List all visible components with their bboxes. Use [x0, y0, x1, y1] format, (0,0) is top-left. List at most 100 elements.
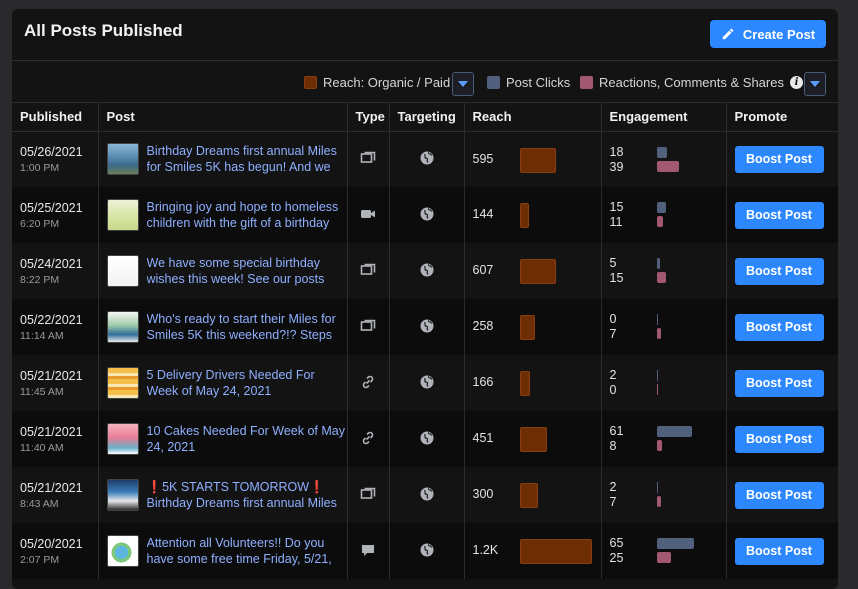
post-clicks-bar — [656, 146, 667, 158]
col-engagement[interactable]: Engagement — [601, 103, 727, 132]
reach-bar — [519, 483, 538, 508]
post-clicks-bar — [656, 258, 660, 269]
video-icon — [360, 209, 376, 225]
engagement-cell: 2 7 — [601, 467, 727, 523]
reactions-value: 15 — [609, 271, 624, 285]
boost-post-button[interactable]: Boost Post — [734, 425, 824, 453]
engagement-cell: 61 8 — [601, 411, 727, 467]
post-clicks-value: 5 — [609, 256, 617, 270]
post-link[interactable]: 5 Delivery Drivers Needed For Week of Ma… — [147, 367, 347, 399]
type-cell — [347, 299, 390, 355]
targeting-cell — [389, 523, 465, 579]
post-clicks-bar — [656, 538, 694, 549]
reach-swatch — [304, 76, 317, 89]
col-post[interactable]: Post — [98, 103, 348, 132]
link-icon — [360, 375, 376, 393]
table-row: 05/20/2021 2:07 PM Attention all Volunte… — [12, 523, 838, 579]
post-thumbnail[interactable] — [106, 199, 139, 231]
boost-post-button[interactable]: Boost Post — [734, 201, 824, 229]
post-thumbnail[interactable] — [106, 423, 139, 455]
globe-icon — [419, 319, 435, 337]
post-clicks-bar — [656, 482, 658, 493]
boost-post-button[interactable]: Boost Post — [734, 481, 824, 509]
post-cell: Attention all Volunteers!! Do you have s… — [98, 523, 348, 579]
promote-cell: Boost Post — [726, 243, 838, 299]
reach-bar — [519, 539, 592, 564]
published-cell: 05/26/2021 1:00 PM — [12, 131, 99, 187]
reactions-bar — [656, 216, 663, 227]
boost-post-button[interactable]: Boost Post — [734, 537, 824, 565]
targeting-cell — [389, 299, 465, 355]
boost-post-button[interactable]: Boost Post — [734, 369, 824, 397]
reactions-bar — [656, 552, 671, 563]
col-promote[interactable]: Promote — [726, 103, 838, 132]
post-thumbnail[interactable] — [106, 143, 139, 176]
post-thumbnail[interactable] — [106, 311, 139, 343]
album-icon — [360, 263, 376, 281]
col-reach[interactable]: Reach — [464, 103, 602, 132]
post-clicks-value: 2 — [609, 480, 617, 494]
reactions-value: 0 — [609, 383, 617, 397]
create-post-button[interactable]: Create Post — [710, 20, 826, 48]
published-time: 8:22 PM — [20, 273, 60, 286]
col-type[interactable]: Type — [347, 103, 390, 132]
album-icon — [360, 487, 376, 505]
post-thumbnail[interactable] — [106, 535, 139, 567]
reactions-value: 8 — [609, 439, 617, 453]
table-row: 05/25/2021 6:20 PM Bringing joy and hope… — [12, 187, 838, 243]
post-thumbnail[interactable] — [106, 367, 139, 399]
reach-value: 451 — [472, 431, 494, 445]
type-cell — [347, 187, 390, 243]
reach-dropdown-button[interactable] — [452, 72, 474, 96]
post-cell: Birthday Dreams first annual Miles for S… — [98, 131, 348, 187]
post-link[interactable]: Who's ready to start their Miles for Smi… — [147, 311, 347, 343]
promote-cell: Boost Post — [726, 131, 838, 187]
targeting-cell — [389, 411, 465, 467]
published-cell: 05/21/2021 8:43 AM — [12, 467, 99, 523]
album-icon — [360, 319, 376, 337]
published-date: 05/21/2021 — [20, 368, 83, 383]
engagement-cell: 5 15 — [601, 243, 727, 299]
post-link[interactable]: Attention all Volunteers!! Do you have s… — [147, 535, 347, 567]
legend-reach: Reach: Organic / Paid — [304, 75, 450, 90]
reach-cell: 258 — [464, 299, 602, 355]
post-cell: Bringing joy and hope to homeless childr… — [98, 187, 348, 243]
boost-post-button[interactable]: Boost Post — [734, 257, 824, 285]
album-icon — [360, 151, 376, 169]
legend-reach-label: Reach: Organic / Paid — [323, 75, 451, 90]
legend-reactions-label: Reactions, Comments & Shares — [599, 75, 784, 90]
post-link[interactable]: We have some special birthday wishes thi… — [147, 255, 347, 287]
post-link[interactable]: Bringing joy and hope to homeless childr… — [147, 199, 347, 231]
targeting-cell — [389, 243, 465, 299]
table-row: 05/21/2021 11:40 AM 10 Cakes Needed For … — [12, 411, 838, 467]
reactions-bar — [656, 272, 666, 283]
post-cell: 5 Delivery Drivers Needed For Week of Ma… — [98, 355, 348, 411]
col-published[interactable]: Published — [12, 103, 99, 132]
boost-post-button[interactable]: Boost Post — [734, 145, 824, 173]
engagement-dropdown-button[interactable] — [804, 72, 826, 96]
published-time: 11:40 AM — [20, 441, 64, 454]
reach-cell: 144 — [464, 187, 602, 243]
legend-clicks: Post Clicks — [487, 75, 570, 90]
published-time: 8:43 AM — [20, 497, 59, 510]
post-thumbnail[interactable] — [106, 255, 139, 287]
info-icon[interactable]: i — [789, 76, 803, 89]
type-cell — [347, 131, 390, 187]
chevron-down-icon — [810, 81, 820, 87]
reach-bar — [519, 203, 529, 228]
post-clicks-value: 15 — [609, 200, 624, 214]
published-date: 05/21/2021 — [20, 424, 83, 439]
col-targeting[interactable]: Targeting — [389, 103, 465, 132]
table-row: 05/26/2021 1:00 PM Birthday Dreams first… — [12, 131, 838, 187]
post-link[interactable]: 10 Cakes Needed For Week of May 24, 2021 — [147, 423, 347, 455]
engagement-cell: 65 25 — [601, 523, 727, 579]
boost-post-button[interactable]: Boost Post — [734, 313, 824, 341]
post-thumbnail[interactable] — [106, 479, 139, 511]
reactions-value: 7 — [609, 495, 617, 509]
promote-cell: Boost Post — [726, 467, 838, 523]
post-link[interactable]: Birthday Dreams first annual Miles for S… — [147, 143, 347, 175]
post-link[interactable]: ❗5K STARTS TOMORROW❗ Birthday Dreams fir… — [147, 479, 347, 511]
reactions-bar — [656, 160, 679, 172]
reach-cell: 451 — [464, 411, 602, 467]
type-cell — [347, 411, 390, 467]
